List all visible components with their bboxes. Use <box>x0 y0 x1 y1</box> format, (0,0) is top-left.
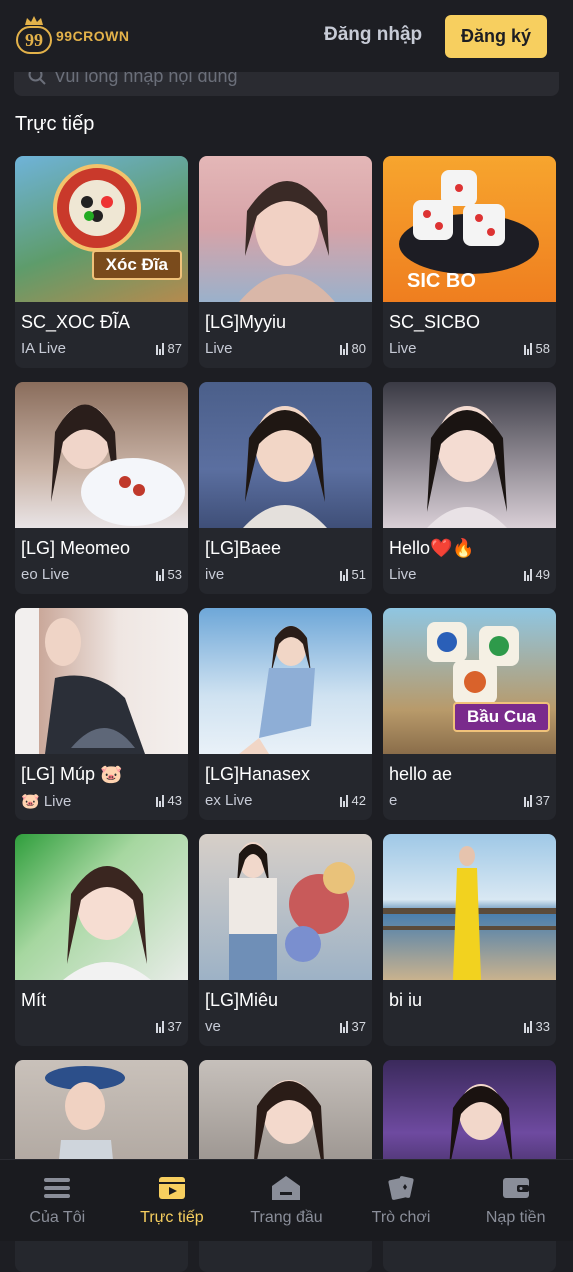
login-button[interactable]: Đăng nhập <box>324 24 422 46</box>
card-title: bi iu <box>389 990 423 1010</box>
card-thumbnail <box>199 834 372 980</box>
card-thumbnail <box>383 834 556 980</box>
card-subtitle: Live <box>205 340 233 357</box>
viewer-count: 58 <box>523 341 550 356</box>
viewer-count: 53 <box>155 567 182 582</box>
card-title: [LG] Meomeo <box>21 538 131 558</box>
live-card[interactable]: [LG]Baee ive 51 <box>199 382 372 594</box>
bar-chart-icon <box>155 794 164 807</box>
viewer-count: 42 <box>339 793 366 808</box>
live-card[interactable]: Mít 37 <box>15 834 188 1046</box>
card-thumbnail <box>199 608 372 754</box>
card-thumbnail <box>15 608 188 754</box>
card-thumbnail: SIC BO <box>383 156 556 302</box>
live-card[interactable]: Xóc Đĩa SC_XOC ĐĨA IA Live 87 <box>15 156 188 368</box>
viewer-count: 43 <box>155 793 182 808</box>
card-title: [LG] Múp 🐷 <box>21 764 123 784</box>
viewer-count: 49 <box>523 567 550 582</box>
card-title: Mít <box>21 990 46 1010</box>
card-title: SC_XOC ĐĨA <box>21 312 131 332</box>
cards-icon <box>388 1175 414 1200</box>
menu-icon <box>44 1177 71 1198</box>
live-card[interactable]: [LG]Miêu ve 37 <box>199 834 372 1046</box>
bar-chart-icon <box>155 568 164 581</box>
bar-chart-icon <box>339 1020 348 1033</box>
live-card[interactable]: [LG]Myyiu Live 80 <box>199 156 372 368</box>
nav-label: Nạp tiền <box>485 1208 546 1226</box>
card-title: [LG]Myyiu <box>205 312 287 332</box>
nav-games[interactable]: Trò chơi <box>344 1160 459 1241</box>
live-card[interactable]: [LG] Meomeo eo Live 53 <box>15 382 188 594</box>
card-thumbnail: Bầu Cua <box>383 608 556 754</box>
card-title: Hello❤️🔥 <box>389 538 475 558</box>
bar-chart-icon <box>339 568 348 581</box>
bar-chart-icon <box>339 342 348 355</box>
card-thumbnail <box>15 834 188 980</box>
viewer-count: 37 <box>523 793 550 808</box>
card-title: [LG]Miêu <box>205 990 279 1010</box>
nav-label: Trò chơi <box>371 1208 431 1226</box>
app-header: 99 99CROWN Đăng nhập Đăng ký <box>0 0 573 72</box>
live-video-icon <box>158 1176 185 1199</box>
wallet-icon <box>502 1177 529 1198</box>
nav-label: Trang đầu <box>250 1208 323 1226</box>
home-icon <box>272 1175 301 1200</box>
card-subtitle: ex Live <box>205 792 253 809</box>
bar-chart-icon <box>523 794 532 807</box>
bar-chart-icon <box>523 1020 532 1033</box>
live-card[interactable]: bi iu 33 <box>383 834 556 1046</box>
card-thumbnail <box>15 382 188 528</box>
nav-deposit[interactable]: Nạp tiền <box>458 1160 573 1241</box>
card-title: hello ae <box>389 764 453 784</box>
logo[interactable]: 99 99CROWN <box>14 16 130 56</box>
live-card[interactable]: [LG]Hanasex ex Live 42 <box>199 608 372 820</box>
viewer-count: 87 <box>155 341 182 356</box>
bar-chart-icon <box>155 342 164 355</box>
live-grid: Xóc Đĩa SC_XOC ĐĨA IA Live 87 [LG]Myyiu … <box>15 156 557 1272</box>
card-subtitle: IA Live <box>21 340 67 357</box>
viewer-count: 80 <box>339 341 366 356</box>
live-card[interactable]: [LG] Múp 🐷 🐷 Live 43 <box>15 608 188 820</box>
viewer-count: 33 <box>523 1019 550 1034</box>
card-subtitle: 🐷 Live <box>21 793 72 810</box>
bottom-navigation: Của Tôi Trực tiếp Trang đầu Trò chơi Nạp… <box>0 1159 573 1241</box>
nav-label: Của Tôi <box>29 1208 86 1226</box>
card-subtitle: ve <box>205 1018 221 1035</box>
nav-live[interactable]: Trực tiếp <box>115 1160 230 1241</box>
nav-home[interactable]: Trang đầu <box>229 1160 344 1241</box>
card-subtitle: e <box>389 792 398 809</box>
card-subtitle: Live <box>389 566 417 583</box>
section-title: Trực tiếp <box>15 113 95 135</box>
live-card[interactable]: Hello❤️🔥 Live 49 <box>383 382 556 594</box>
card-title: SC_SICBO <box>389 312 481 332</box>
card-title: [LG]Baee <box>205 538 282 558</box>
bar-chart-icon <box>523 568 532 581</box>
bar-chart-icon <box>339 794 348 807</box>
viewer-count: 37 <box>155 1019 182 1034</box>
card-subtitle: eo Live <box>21 566 70 583</box>
viewer-count: 37 <box>339 1019 366 1034</box>
logo-text: 99CROWN <box>56 28 130 44</box>
card-title: [LG]Hanasex <box>205 764 311 784</box>
live-card[interactable]: SIC BO SC_SICBO Live 58 <box>383 156 556 368</box>
viewer-count: 51 <box>339 567 366 582</box>
register-button[interactable]: Đăng ký <box>445 15 547 58</box>
nav-label: Trực tiếp <box>140 1208 204 1226</box>
nav-my-account[interactable]: Của Tôi <box>0 1160 115 1241</box>
card-thumbnail: Xóc Đĩa <box>15 156 188 302</box>
live-card[interactable]: Bầu Cua hello ae e 37 <box>383 608 556 820</box>
card-thumbnail <box>199 156 372 302</box>
bar-chart-icon <box>155 1020 164 1033</box>
card-thumbnail <box>383 382 556 528</box>
card-subtitle: Live <box>389 340 417 357</box>
game-tag: Bầu Cua <box>453 702 550 732</box>
card-thumbnail <box>199 382 372 528</box>
game-tag: SIC BO <box>407 270 476 292</box>
bar-chart-icon <box>523 342 532 355</box>
game-tag: Xóc Đĩa <box>91 250 182 280</box>
card-subtitle: ive <box>205 566 225 583</box>
crown-logo-icon: 99 <box>14 16 54 56</box>
